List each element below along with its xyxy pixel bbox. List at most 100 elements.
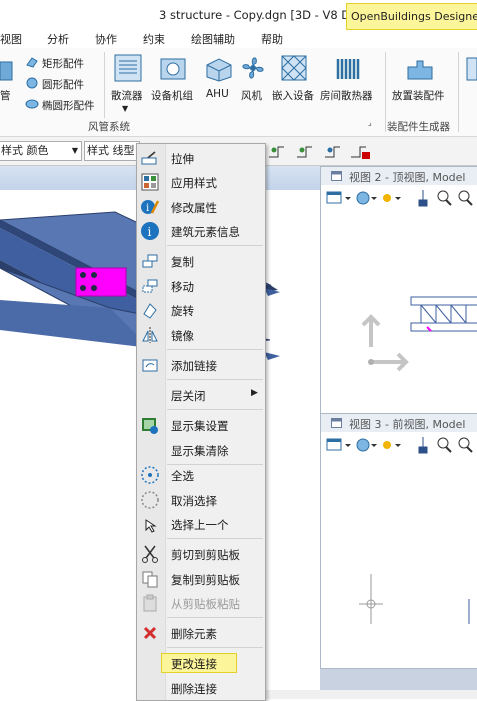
overflow-icon <box>466 57 477 81</box>
menu-item-add-link[interactable]: 添加链接 <box>137 354 265 376</box>
menu-item-copy[interactable]: 复制 <box>137 250 265 272</box>
round-fitting-button[interactable]: 圆形配件 <box>42 77 84 92</box>
view-tools-icons[interactable] <box>325 187 475 209</box>
mirror-icon <box>142 327 158 343</box>
menu-item-label: 复制 <box>171 255 194 269</box>
radiator-icon <box>336 59 360 79</box>
view-3-header: 视图 3 - 前视图, Model <box>321 414 477 432</box>
menu-item-label: 取消选择 <box>171 494 217 508</box>
menu-item-mirror[interactable]: 镜像 <box>137 324 265 346</box>
ribbon-group-assembly-generator: 装配件生成器 <box>387 121 450 133</box>
paste-icon <box>143 594 157 612</box>
select-all-icon <box>141 466 159 484</box>
menu-separator <box>167 245 263 246</box>
oval-fitting-button[interactable]: 椭圆形配件 <box>42 98 95 113</box>
menu-item-move[interactable]: 移动 <box>137 275 265 297</box>
view-2-window[interactable]: 视图 2 - 顶视图, Model <box>320 166 477 414</box>
stretch-icon <box>141 151 157 165</box>
move-icon <box>142 279 158 293</box>
menu-item-delete-element[interactable]: 删除元素 <box>137 622 265 644</box>
ribbon-duct-label[interactable]: 管 <box>0 88 11 103</box>
menu-item-change-connection[interactable]: 更改连接 <box>137 652 265 674</box>
diffuser-dropdown-icon[interactable]: ▼ <box>122 104 128 113</box>
tab-help[interactable]: 帮助 <box>261 31 283 47</box>
menu-separator <box>167 349 263 350</box>
tab-constraints[interactable]: 约束 <box>143 31 165 47</box>
menu-item-label: 修改属性 <box>171 201 217 215</box>
view-2-header: 视图 2 - 顶视图, Model <box>321 167 477 185</box>
menu-item-paste[interactable]: 从剪贴板粘贴 <box>137 592 265 614</box>
view-2-geometry[interactable] <box>351 277 477 397</box>
diffuser-button[interactable]: 散流器 <box>111 88 143 103</box>
menu-item-cut[interactable]: 剪切到剪贴板 <box>137 543 265 565</box>
menu-item-modify-properties[interactable]: i 修改属性 <box>137 196 265 218</box>
chevron-down-icon: ▼ <box>71 146 78 155</box>
menu-item-label: 显示集设置 <box>171 419 229 433</box>
menu-item-element-info[interactable]: i 建筑元素信息 <box>137 220 265 242</box>
menu-item-label: 删除连接 <box>171 682 217 696</box>
menu-separator <box>167 647 263 648</box>
fan-button[interactable]: 风机 <box>241 88 262 103</box>
menu-item-select-all[interactable]: 全选 <box>137 464 265 486</box>
menu-item-level-off[interactable]: 层关闭 ▶ <box>137 384 265 406</box>
rectangular-fitting-button[interactable]: 矩形配件 <box>42 56 84 71</box>
ribbon-separator <box>104 52 105 118</box>
embedded-equipment-icon <box>281 55 307 81</box>
ribbon-separator <box>458 52 459 132</box>
rotate-icon <box>143 303 157 319</box>
view-2-title: 视图 2 - 顶视图, Model <box>349 171 466 184</box>
status-bar <box>264 690 477 699</box>
menu-item-delete-connection[interactable]: 删除连接 <box>137 677 265 699</box>
ahu-button[interactable]: AHU <box>206 88 229 100</box>
style-linetype-select[interactable]: 样式 线型 <box>84 141 140 161</box>
equipment-unit-button[interactable]: 设备机组 <box>151 88 193 103</box>
view-window-icon <box>331 418 342 428</box>
ribbon-tabs: 视图 分析 协作 约束 绘图辅助 帮助 <box>0 30 477 48</box>
diffuser-icon <box>114 54 142 82</box>
menu-item-deselect[interactable]: 取消选择 <box>137 489 265 511</box>
view-3-toolbar <box>325 434 475 456</box>
submenu-arrow-icon: ▶ <box>251 388 258 398</box>
style-color-select[interactable]: 样式 颜色 ▼ <box>0 141 82 161</box>
menu-item-display-set-clear[interactable]: 显示集清除 <box>137 439 265 461</box>
view-tools-icons[interactable] <box>325 434 475 456</box>
delete-icon <box>143 626 157 640</box>
menu-separator <box>167 409 263 410</box>
tab-drawing-aids[interactable]: 绘图辅助 <box>191 31 235 47</box>
menu-item-label: 复制到剪贴板 <box>171 573 240 587</box>
menu-item-label: 拉伸 <box>171 152 194 166</box>
view-window-icon <box>331 171 342 181</box>
tab-view[interactable]: 视图 <box>0 31 22 47</box>
menu-item-copy-clipboard[interactable]: 复制到剪贴板 <box>137 568 265 590</box>
place-assembly-button[interactable]: 放置装配件 <box>392 88 445 103</box>
menu-item-apply-style[interactable]: 应用样式 <box>137 171 265 193</box>
menu-item-label: 显示集清除 <box>171 444 229 458</box>
menu-item-label: 全选 <box>171 469 194 483</box>
menu-item-select-previous[interactable]: 选择上一个 <box>137 513 265 535</box>
menu-item-label: 从剪贴板粘贴 <box>171 597 240 611</box>
ribbon-separator <box>385 52 386 132</box>
view-3-geometry[interactable] <box>351 564 477 644</box>
menu-item-display-set[interactable]: 显示集设置 <box>137 414 265 436</box>
modify-properties-icon: i <box>141 200 160 214</box>
select-previous-icon <box>145 519 157 533</box>
equipment-unit-icon <box>160 58 186 80</box>
group-launcher-icon[interactable]: ⌟ <box>368 118 372 127</box>
menu-item-label: 选择上一个 <box>171 518 229 532</box>
embedded-equipment-button[interactable]: 嵌入设备 <box>272 88 314 103</box>
context-menu: 拉伸 应用样式 i 修改属性 i 建筑元素信息 复制 移动 旋转 镜像 添加链接… <box>136 143 266 701</box>
view-3-window[interactable]: 视图 3 - 前视图, Model <box>320 413 477 669</box>
menu-item-label: 删除元素 <box>171 627 217 641</box>
tab-analysis[interactable]: 分析 <box>47 31 69 47</box>
room-radiator-button[interactable]: 房间散热器 <box>320 88 373 103</box>
ribbon: 管 矩形配件 圆形配件 椭圆形配件 散流器 ▼ 设备机组 AHU 风机 嵌入设备 <box>0 48 477 137</box>
menu-item-stretch[interactable]: 拉伸 <box>137 147 265 169</box>
menu-separator <box>167 379 263 380</box>
menu-item-label: 剪切到剪贴板 <box>171 548 240 562</box>
menu-item-rotate[interactable]: 旋转 <box>137 299 265 321</box>
info-icon: i <box>141 222 159 240</box>
connection-tools-icons[interactable] <box>266 141 376 161</box>
fan-icon <box>242 57 264 79</box>
ahu-icon <box>206 58 232 82</box>
tab-collaborate[interactable]: 协作 <box>95 31 117 47</box>
